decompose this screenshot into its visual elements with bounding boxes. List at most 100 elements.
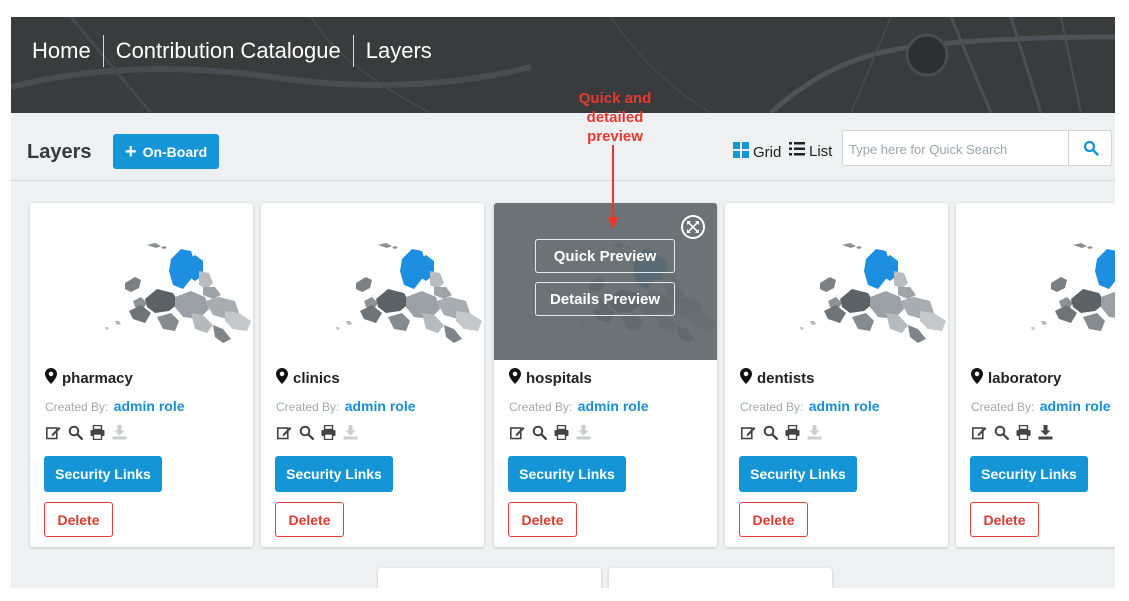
layer-card[interactable]: dentists Created By: admin role Security… — [725, 203, 948, 547]
layer-name[interactable]: hospitals — [509, 368, 592, 388]
print-icon[interactable] — [320, 424, 336, 440]
download-icon[interactable] — [1037, 424, 1053, 440]
magnifier-icon[interactable] — [993, 424, 1009, 440]
download-icon — [575, 424, 591, 440]
layer-card-partial — [609, 568, 832, 588]
layer-thumbnail[interactable] — [261, 203, 484, 360]
magnifier-icon[interactable] — [531, 424, 547, 440]
owner-link[interactable]: admin role — [809, 398, 880, 414]
layer-card[interactable]: Quick Preview Details Preview hospitals … — [494, 203, 717, 547]
map-marker-icon — [740, 368, 752, 388]
edit-icon[interactable] — [971, 424, 987, 440]
print-icon[interactable] — [784, 424, 800, 440]
download-icon — [806, 424, 822, 440]
annotation-line: detailed — [586, 109, 644, 126]
download-icon — [342, 424, 358, 440]
page-title: Layers — [27, 141, 92, 163]
layer-name-text: pharmacy — [62, 369, 133, 387]
edit-icon[interactable] — [45, 424, 61, 440]
print-icon[interactable] — [553, 424, 569, 440]
breadcrumb: Home Contribution Catalogue Layers — [32, 35, 444, 67]
list-view-label: List — [809, 142, 833, 160]
map-marker-icon — [509, 368, 521, 388]
delete-button[interactable]: Delete — [44, 502, 113, 537]
edit-icon[interactable] — [509, 424, 525, 440]
list-view-toggle[interactable]: List — [789, 142, 832, 160]
delete-button[interactable]: Delete — [275, 502, 344, 537]
grid-view-toggle[interactable]: Grid — [733, 142, 781, 162]
layer-thumbnail[interactable] — [30, 203, 253, 360]
onboard-button[interactable]: + On-Board — [113, 134, 219, 169]
layer-card[interactable]: pharmacy Created By: admin role Security… — [30, 203, 253, 547]
delete-button[interactable]: Delete — [970, 502, 1039, 537]
map-marker-icon — [971, 368, 983, 388]
layer-name[interactable]: clinics — [276, 368, 340, 388]
quick-preview-button[interactable]: Quick Preview — [535, 239, 675, 273]
layer-name-text: laboratory — [988, 369, 1062, 387]
breadcrumb-home[interactable]: Home — [32, 35, 103, 67]
expand-icon[interactable] — [681, 215, 705, 239]
magnifier-icon[interactable] — [67, 424, 83, 440]
created-by: Created By: admin role — [509, 398, 649, 414]
map-marker-icon — [45, 368, 57, 388]
security-links-button[interactable]: Security Links — [44, 456, 162, 492]
layer-actions — [971, 424, 1053, 440]
security-links-button[interactable]: Security Links — [508, 456, 626, 492]
header-banner: Home Contribution Catalogue Layers — [11, 17, 1115, 113]
layer-actions — [509, 424, 591, 440]
breadcrumb-contribution-catalogue[interactable]: Contribution Catalogue — [102, 35, 353, 67]
layer-card[interactable]: laboratory Created By: admin role Securi… — [956, 203, 1115, 547]
layer-actions — [276, 424, 358, 440]
search-input[interactable] — [849, 139, 1064, 159]
onboard-button-label: On-Board — [142, 143, 208, 160]
layer-thumbnail[interactable] — [725, 203, 948, 360]
annotation-arrow — [607, 145, 619, 229]
grid-view-label: Grid — [753, 143, 782, 161]
layer-thumbnail[interactable] — [956, 203, 1115, 360]
delete-button[interactable]: Delete — [739, 502, 808, 537]
layer-name[interactable]: pharmacy — [45, 368, 133, 388]
search-icon — [1083, 140, 1099, 156]
download-icon — [111, 424, 127, 440]
layer-card[interactable]: clinics Created By: admin role Security … — [261, 203, 484, 547]
delete-button[interactable]: Delete — [508, 502, 577, 537]
toolbar: Layers + On-Board Grid List — [11, 113, 1115, 181]
edit-icon[interactable] — [276, 424, 292, 440]
preview-overlay: Quick Preview Details Preview — [494, 203, 717, 360]
annotation-line: Quick and — [578, 90, 652, 107]
security-links-button[interactable]: Security Links — [970, 456, 1088, 492]
breadcrumb-layers[interactable]: Layers — [352, 35, 444, 67]
layer-actions — [45, 424, 127, 440]
created-by-label: Created By: — [509, 400, 573, 414]
created-by: Created By: admin role — [45, 398, 185, 414]
created-by: Created By: admin role — [740, 398, 880, 414]
details-preview-button[interactable]: Details Preview — [535, 282, 675, 316]
search-box — [842, 130, 1112, 166]
search-button[interactable] — [1068, 130, 1112, 166]
security-links-button[interactable]: Security Links — [275, 456, 393, 492]
owner-link[interactable]: admin role — [1040, 398, 1111, 414]
created-by-label: Created By: — [276, 400, 340, 414]
layer-name[interactable]: dentists — [740, 368, 815, 388]
annotation-line: preview — [587, 128, 643, 145]
layer-name-text: dentists — [757, 369, 815, 387]
magnifier-icon[interactable] — [298, 424, 314, 440]
map-marker-icon — [276, 368, 288, 388]
owner-link[interactable]: admin role — [578, 398, 649, 414]
plus-icon: + — [124, 140, 137, 163]
layer-name-text: clinics — [293, 369, 340, 387]
security-links-button[interactable]: Security Links — [739, 456, 857, 492]
grid-icon — [733, 142, 749, 162]
preview-annotation: Quick and detailed preview — [571, 89, 659, 146]
layer-name[interactable]: laboratory — [971, 368, 1061, 388]
created-by-label: Created By: — [45, 400, 109, 414]
created-by-label: Created By: — [740, 400, 804, 414]
edit-icon[interactable] — [740, 424, 756, 440]
created-by: Created By: admin role — [971, 398, 1111, 414]
magnifier-icon[interactable] — [762, 424, 778, 440]
print-icon[interactable] — [1015, 424, 1031, 440]
owner-link[interactable]: admin role — [345, 398, 416, 414]
print-icon[interactable] — [89, 424, 105, 440]
owner-link[interactable]: admin role — [114, 398, 185, 414]
created-by-label: Created By: — [971, 400, 1035, 414]
